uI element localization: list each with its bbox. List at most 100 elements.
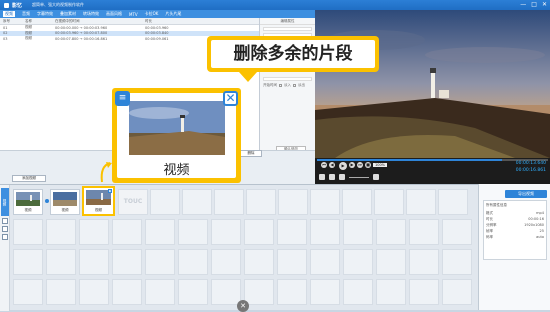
empty-slot[interactable] (150, 189, 180, 215)
empty-slot[interactable] (442, 219, 472, 245)
empty-slot[interactable] (79, 219, 109, 245)
close-icon[interactable]: ✕ (108, 189, 112, 193)
empty-slot[interactable] (342, 189, 372, 215)
export-video-button[interactable]: 导出视频 (505, 190, 547, 198)
empty-slot[interactable] (343, 219, 373, 245)
add-video-button[interactable]: 添加视频 (12, 175, 46, 182)
fade-out-checkbox[interactable] (293, 84, 296, 87)
empty-slot[interactable] (46, 219, 76, 245)
empty-slot[interactable] (13, 249, 43, 275)
stop-icon[interactable]: ■ (365, 162, 371, 168)
tool-icon[interactable] (2, 226, 8, 232)
empty-slot[interactable] (343, 279, 373, 305)
empty-slot[interactable] (46, 279, 76, 305)
empty-slot[interactable] (310, 279, 340, 305)
video-track-label: 视频 (1, 188, 9, 216)
empty-slot[interactable] (178, 219, 208, 245)
tool-icon[interactable] (2, 234, 8, 240)
empty-slot[interactable] (442, 249, 472, 275)
empty-slot[interactable] (211, 219, 241, 245)
empty-slot[interactable] (376, 219, 406, 245)
empty-slot[interactable] (214, 189, 244, 215)
close-button[interactable]: ✕ (542, 1, 547, 8)
timeline-clip[interactable]: 视频 (50, 189, 80, 215)
empty-slot[interactable] (211, 279, 241, 305)
empty-slot[interactable] (79, 279, 109, 305)
zoom-select[interactable]: 100% (373, 163, 388, 167)
empty-slot[interactable] (145, 219, 175, 245)
empty-slot[interactable] (182, 189, 212, 215)
empty-slot[interactable] (277, 249, 307, 275)
maximize-button[interactable]: □ (531, 1, 537, 8)
empty-slot[interactable] (112, 279, 142, 305)
empty-slot[interactable] (145, 249, 175, 275)
properties-field[interactable] (263, 77, 312, 81)
empty-slot[interactable] (406, 189, 436, 215)
empty-slot[interactable] (438, 189, 468, 215)
empty-slot[interactable] (79, 249, 109, 275)
volume-icon[interactable] (339, 174, 345, 180)
empty-slot[interactable] (409, 249, 439, 275)
menu-item-overlay[interactable]: 叠加素材 (60, 11, 76, 17)
menu-item-style[interactable]: 画面风格 (106, 11, 122, 17)
empty-slot[interactable] (112, 249, 142, 275)
empty-slot[interactable] (178, 279, 208, 305)
share-icon[interactable] (373, 174, 379, 180)
menu-item-intro[interactable]: 片头片尾 (165, 11, 181, 17)
empty-slot[interactable] (409, 219, 439, 245)
selected-clip[interactable]: 视频 ✕ (82, 186, 115, 216)
transition-icon[interactable] (45, 199, 49, 203)
empty-slot[interactable] (145, 279, 175, 305)
empty-slot[interactable] (244, 279, 274, 305)
menu-item-video[interactable]: 视频 (3, 11, 15, 17)
menu-item-audio[interactable]: 音频 (22, 11, 30, 17)
empty-slot[interactable] (46, 249, 76, 275)
next-icon[interactable]: ⏭ (357, 162, 363, 168)
minimize-button[interactable]: — (520, 1, 526, 8)
fullscreen-icon[interactable] (319, 174, 325, 180)
progress-bar[interactable] (317, 159, 548, 161)
step-back-icon[interactable]: ◀ (329, 162, 335, 168)
empty-slot[interactable] (277, 279, 307, 305)
menu-item-transition[interactable]: 转场特效 (83, 11, 99, 17)
step-forward-icon[interactable]: ▶ (349, 162, 355, 168)
callout-pointer (239, 72, 257, 82)
empty-slot[interactable] (310, 249, 340, 275)
empty-slot[interactable] (246, 189, 276, 215)
list-icon[interactable]: ≡ (115, 91, 130, 106)
empty-slot[interactable] (442, 279, 472, 305)
empty-slot[interactable] (310, 219, 340, 245)
play-icon[interactable]: ▶ (339, 162, 347, 170)
empty-slot[interactable] (376, 279, 406, 305)
empty-slot[interactable] (13, 279, 43, 305)
volume-slider[interactable] (349, 177, 369, 178)
empty-slot[interactable] (211, 249, 241, 275)
empty-slot[interactable] (278, 189, 308, 215)
timeline-clip[interactable]: 视频 (13, 189, 43, 215)
empty-slot[interactable] (244, 219, 274, 245)
menu-item-karaoke[interactable]: 卡拉OK (145, 11, 159, 17)
empty-slot[interactable] (310, 189, 340, 215)
delete-button[interactable]: 删除 (240, 150, 262, 157)
empty-slot[interactable] (244, 249, 274, 275)
prev-icon[interactable]: ⏮ (321, 162, 327, 168)
properties-field[interactable] (263, 27, 312, 31)
snapshot-icon[interactable] (329, 174, 335, 180)
menu-item-mtv[interactable]: MTV (129, 12, 138, 17)
empty-slot[interactable] (13, 219, 43, 245)
collapse-icon[interactable]: ✕ (237, 300, 249, 312)
app-name: 影忆 (12, 2, 23, 9)
empty-slot[interactable] (409, 279, 439, 305)
empty-slot[interactable] (376, 249, 406, 275)
empty-slot[interactable] (112, 219, 142, 245)
empty-slot[interactable] (374, 189, 404, 215)
empty-slot[interactable] (277, 219, 307, 245)
empty-slot[interactable] (178, 249, 208, 275)
empty-slot[interactable] (343, 249, 373, 275)
empty-slot[interactable]: TOUC (118, 189, 148, 215)
fade-in-checkbox[interactable] (279, 84, 282, 87)
close-icon[interactable]: ✕ (223, 91, 238, 106)
col-time: 在视频中的时间 (55, 18, 80, 23)
menu-item-subtitle[interactable]: 字幕特效 (37, 11, 53, 17)
tool-icon[interactable] (2, 218, 8, 224)
